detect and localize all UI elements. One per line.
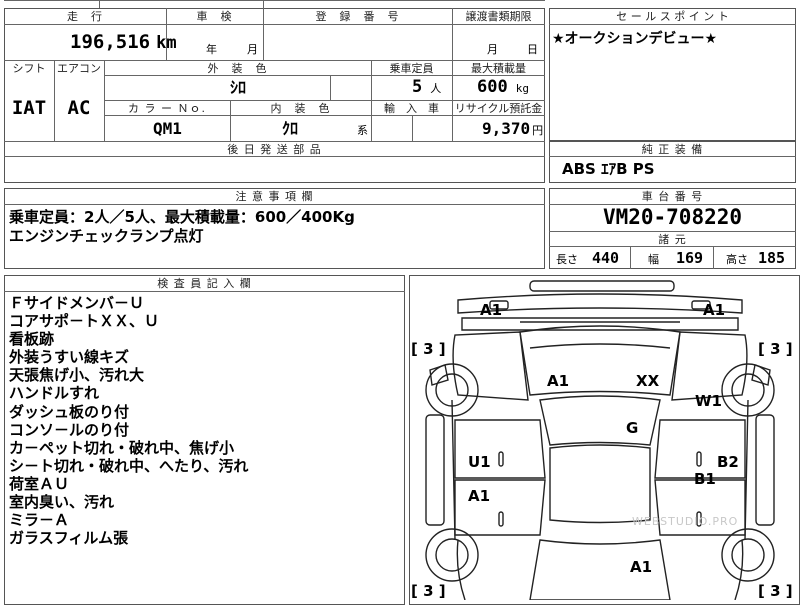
tire-rear-right: [ 3 ] bbox=[758, 582, 793, 600]
mark-door-rl: A1 bbox=[468, 487, 491, 505]
mark-door-fr2: B1 bbox=[694, 470, 716, 488]
mark-door-fr: B2 bbox=[717, 453, 739, 471]
tire-front-left: [ 3 ] bbox=[411, 340, 446, 358]
watermark: WEBSTUDIO.PRO bbox=[632, 515, 739, 528]
mark-hood-right: XX bbox=[636, 372, 660, 390]
car-diagram bbox=[425, 280, 775, 600]
mark-door-fl: U1 bbox=[468, 453, 491, 471]
mark-rear: A1 bbox=[630, 558, 653, 576]
mark-hood-left: A1 bbox=[547, 372, 570, 390]
tire-rear-left: [ 3 ] bbox=[411, 582, 446, 600]
mark-windshield: G bbox=[626, 419, 639, 437]
mark-front-right: A1 bbox=[703, 301, 726, 319]
tire-front-right: [ 3 ] bbox=[758, 340, 793, 358]
mark-front-left: A1 bbox=[480, 301, 503, 319]
mark-fender-right: W1 bbox=[695, 392, 722, 410]
